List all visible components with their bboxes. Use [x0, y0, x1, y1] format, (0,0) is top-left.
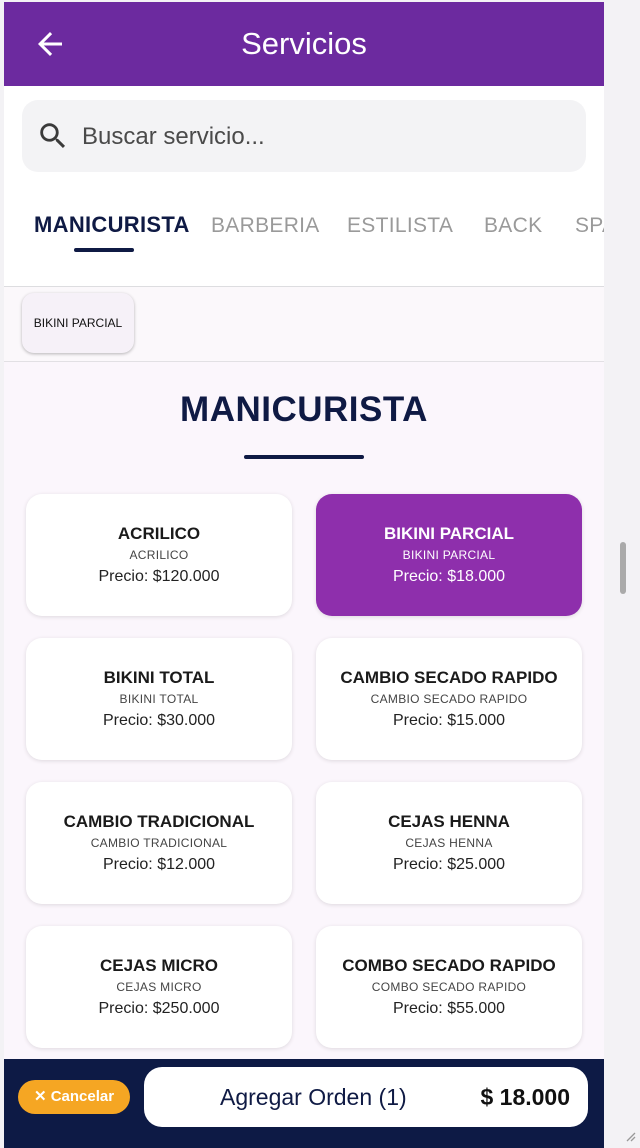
service-name: CAMBIO SECADO RAPIDO [340, 668, 558, 687]
tab-estilista[interactable]: ESTILISTA [347, 214, 453, 238]
category-tabs: MANICURISTA BARBERIA ESTILISTA BACK SPA [4, 196, 604, 286]
tab-spa[interactable]: SPA [575, 214, 604, 238]
service-price: Precio: $250.000 [98, 1000, 220, 1017]
service-card[interactable]: COMBO SECADO RAPIDO COMBO SECADO RAPIDO … [316, 926, 582, 1048]
service-price: Precio: $25.000 [392, 856, 506, 873]
search-and-tabs-panel: MANICURISTA BARBERIA ESTILISTA BACK SPA [4, 86, 604, 286]
selected-service-chip[interactable]: BIKINI PARCIAL [22, 293, 134, 353]
add-order-label: Agregar Orden (1) [220, 1084, 407, 1110]
service-name: COMBO SECADO RAPIDO [342, 956, 556, 975]
service-card[interactable]: CEJAS MICRO CEJAS MICRO Precio: $250.000 [26, 926, 292, 1048]
service-price: Precio: $55.000 [392, 1000, 506, 1017]
order-total: $ 18.000 [480, 1084, 570, 1110]
service-subtitle: CAMBIO SECADO RAPIDO [370, 692, 528, 706]
resize-handle-icon[interactable] [622, 1128, 636, 1142]
cancel-button[interactable]: ✕ Cancelar [18, 1080, 130, 1114]
service-name: CEJAS HENNA [388, 812, 510, 831]
service-name: BIKINI PARCIAL [383, 524, 514, 543]
service-card[interactable]: CAMBIO SECADO RAPIDO CAMBIO SECADO RAPID… [316, 638, 582, 760]
service-card[interactable]: BIKINI TOTAL BIKINI TOTAL Precio: $30.00… [26, 638, 292, 760]
selected-chips-row: BIKINI PARCIAL [4, 287, 604, 362]
app-bar: Servicios [4, 2, 604, 86]
tab-manicurista[interactable]: MANICURISTA [34, 212, 190, 238]
service-card-selected[interactable]: BIKINI PARCIAL BIKINI PARCIAL Precio: $1… [316, 494, 582, 616]
service-subtitle: COMBO SECADO RAPIDO [371, 980, 527, 994]
app-screen: Servicios MANICURISTA BARBERIA ESTILISTA… [4, 2, 604, 1148]
service-name: CAMBIO TRADICIONAL [63, 812, 255, 831]
service-subtitle: BIKINI TOTAL [119, 692, 199, 706]
service-price: Precio: $30.000 [102, 712, 216, 729]
service-name: CEJAS MICRO [99, 956, 219, 975]
service-subtitle: ACRILICO [129, 548, 189, 562]
service-price: Precio: $15.000 [392, 712, 506, 729]
service-card[interactable]: CEJAS HENNA CEJAS HENNA Precio: $25.000 [316, 782, 582, 904]
service-price: Precio: $18.000 [392, 568, 506, 585]
service-card[interactable]: ACRILICO ACRILICO Precio: $120.000 [26, 494, 292, 616]
section-title: MANICURISTA [180, 390, 428, 429]
page-title: Servicios [241, 26, 367, 61]
service-price: Precio: $12.000 [102, 856, 216, 873]
service-card[interactable]: CAMBIO TRADICIONAL CAMBIO TRADICIONAL Pr… [26, 782, 292, 904]
bottom-order-bar: ✕ Cancelar Agregar Orden (1) $ 18.000 [4, 1059, 604, 1148]
section-underline [244, 455, 364, 459]
service-name: BIKINI TOTAL [103, 668, 215, 687]
service-subtitle: CEJAS HENNA [405, 836, 493, 850]
cancel-label: Cancelar [50, 1088, 115, 1105]
search-icon [36, 119, 70, 153]
active-tab-indicator [74, 248, 134, 252]
service-subtitle: CEJAS MICRO [116, 980, 202, 994]
service-subtitle: CAMBIO TRADICIONAL [90, 836, 228, 850]
add-order-button[interactable]: Agregar Orden (1) $ 18.000 [144, 1067, 588, 1127]
service-price: Precio: $120.000 [98, 568, 220, 585]
close-icon: ✕ [33, 1088, 47, 1105]
service-subtitle: BIKINI PARCIAL [402, 548, 496, 562]
scrollbar-thumb[interactable] [620, 542, 626, 594]
tab-back[interactable]: BACK [484, 214, 542, 238]
search-bar [22, 100, 586, 174]
service-name: ACRILICO [117, 524, 201, 543]
tab-barberia[interactable]: BARBERIA [211, 214, 320, 238]
search-input[interactable] [80, 100, 574, 174]
